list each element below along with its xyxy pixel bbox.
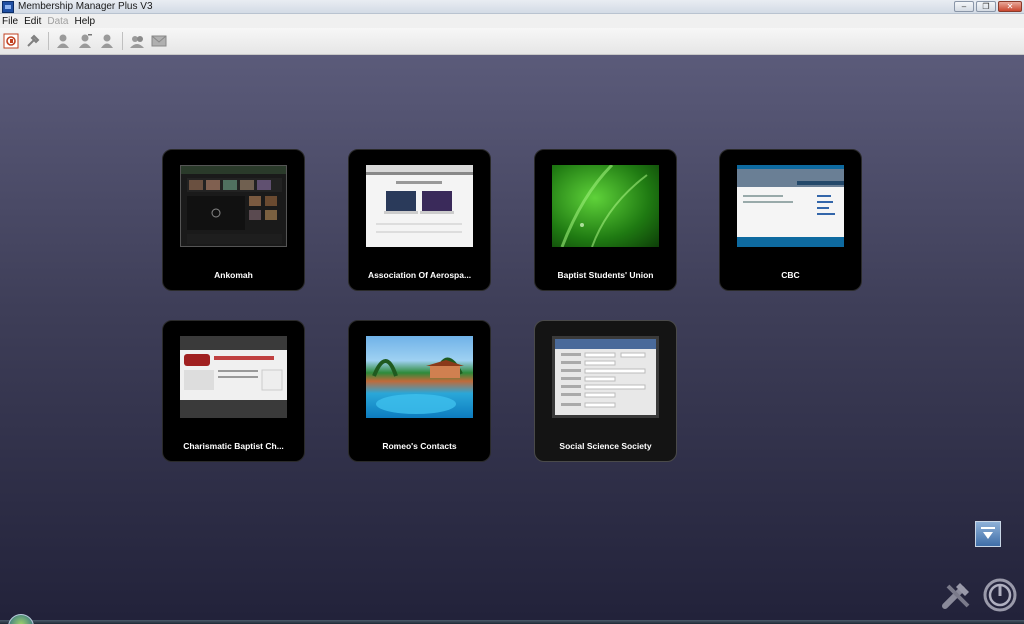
scroll-down-button[interactable] xyxy=(975,521,1001,547)
database-name: Ankomah xyxy=(214,270,253,280)
database-thumbnail xyxy=(552,336,659,418)
database-thumbnail xyxy=(366,165,473,247)
minimize-button[interactable]: – xyxy=(954,1,974,12)
database-tile-cbc[interactable]: CBC xyxy=(719,149,862,291)
database-tile-baptist-students-union[interactable]: Baptist Students' Union xyxy=(534,149,677,291)
window-title: Membership Manager Plus V3 xyxy=(18,1,153,12)
menu-help[interactable]: Help xyxy=(74,16,95,27)
restore-button[interactable]: ❐ xyxy=(976,1,996,12)
database-tile-ankomah[interactable]: Ankomah xyxy=(162,149,305,291)
person-icon[interactable] xyxy=(54,32,72,50)
toolbar xyxy=(0,28,1024,55)
new-database-icon[interactable] xyxy=(2,32,20,50)
database-thumbnail xyxy=(737,165,844,247)
database-name: Baptist Students' Union xyxy=(557,270,654,280)
menu-file[interactable]: File xyxy=(2,16,18,27)
close-button[interactable]: ✕ xyxy=(998,1,1022,12)
tools-icon[interactable] xyxy=(940,578,974,612)
power-icon[interactable] xyxy=(983,578,1017,612)
database-thumbnail xyxy=(366,336,473,418)
database-name: Charismatic Baptist Ch... xyxy=(183,441,284,451)
person-add-icon[interactable] xyxy=(76,32,94,50)
arrow-down-icon xyxy=(981,527,995,539)
window-controls: – ❐ ✕ xyxy=(954,1,1022,12)
database-thumbnail xyxy=(180,165,287,247)
mail-icon[interactable] xyxy=(150,32,168,50)
toolbar-separator xyxy=(48,32,49,50)
database-name: Social Science Society xyxy=(559,441,652,451)
database-name: Association Of Aerospa... xyxy=(367,270,472,280)
database-thumbnail xyxy=(552,165,659,247)
database-name: CBC xyxy=(781,270,800,280)
menu-bar: File Edit Data Help xyxy=(0,14,1024,28)
taskbar xyxy=(0,620,1024,624)
group-icon[interactable] xyxy=(128,32,146,50)
database-tile-romeos-contacts[interactable]: Romeo's Contacts xyxy=(348,320,491,462)
app-icon xyxy=(2,0,14,13)
toolbar-separator xyxy=(122,32,123,50)
title-bar: Membership Manager Plus V3 – ❐ ✕ xyxy=(0,0,1024,14)
wrench-icon[interactable] xyxy=(24,32,42,50)
database-tile-social-science-society[interactable]: Social Science Society xyxy=(534,320,677,462)
database-thumbnail xyxy=(180,336,287,418)
database-tile-association-of-aerospa[interactable]: Association Of Aerospa... xyxy=(348,149,491,291)
menu-data[interactable]: Data xyxy=(47,16,68,27)
database-gallery: Ankomah Association Of Aerospa... Baptis… xyxy=(0,55,1024,620)
person-remove-icon[interactable] xyxy=(98,32,116,50)
menu-edit[interactable]: Edit xyxy=(24,16,41,27)
database-tile-charismatic-baptist-ch[interactable]: Charismatic Baptist Ch... xyxy=(162,320,305,462)
database-name: Romeo's Contacts xyxy=(382,441,457,451)
